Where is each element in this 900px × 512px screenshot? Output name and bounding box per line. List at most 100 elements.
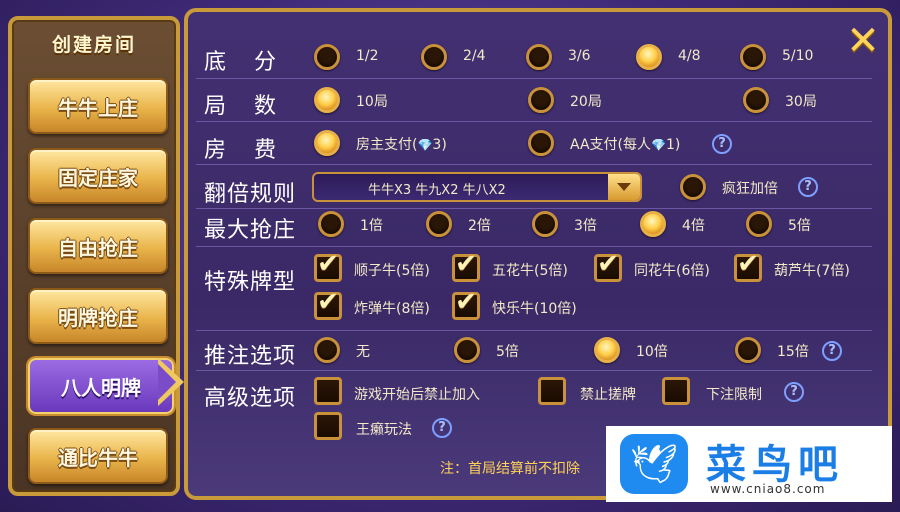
watermark: 🕊 菜鸟吧 www.cniao8.com <box>606 426 892 502</box>
help-icon[interactable]: ? <box>822 341 842 361</box>
special-hand-checkbox-straight[interactable] <box>314 254 342 282</box>
base-score-radio-2[interactable] <box>421 44 447 70</box>
crazy-double-radio[interactable] <box>680 174 706 200</box>
room-fee-radio-aa[interactable] <box>528 130 554 156</box>
room-fee-aa-text: AA支付(每人 <box>570 137 652 153</box>
max-grab-option: 5倍 <box>788 218 811 234</box>
diamond-icon: 💎 <box>417 138 433 152</box>
max-grab-option: 1倍 <box>360 218 383 234</box>
max-grab-option: 2倍 <box>468 218 491 234</box>
active-mode-arrow-inner <box>158 364 176 400</box>
chevron-down-icon[interactable] <box>608 174 640 200</box>
base-score-option: 1/2 <box>356 48 379 64</box>
push-bet-label: 推注选项 <box>204 344 297 369</box>
footer-note: 注：首局结算前不扣除 <box>440 461 580 477</box>
room-fee-owner-amount: 3) <box>432 137 447 153</box>
special-hand-checkbox-happy[interactable] <box>452 292 480 320</box>
mode-button-free-grab[interactable]: 自由抢庄 <box>28 218 168 274</box>
mode-button-tongbi[interactable]: 通比牛牛 <box>28 428 168 484</box>
sidebar-title: 创建房间 <box>51 34 136 56</box>
base-score-radio-1[interactable] <box>314 44 340 70</box>
room-fee-label: 房费 <box>204 138 305 163</box>
rounds-option: 20局 <box>570 94 602 110</box>
special-hand-option: 顺子牛(5倍) <box>354 263 430 279</box>
max-grab-label: 最大抢庄 <box>204 218 297 243</box>
room-fee-aa-option: AA支付(每人💎1) <box>570 134 680 154</box>
advanced-checkbox-joker[interactable] <box>314 412 342 440</box>
push-bet-option: 无 <box>356 344 370 360</box>
mode-sidebar: 创建房间 牛牛上庄 固定庄家 自由抢庄 明牌抢庄 八人明牌 通比牛牛 <box>8 16 180 496</box>
base-score-option: 4/8 <box>678 48 701 64</box>
advanced-checkbox-no-join[interactable] <box>314 377 342 405</box>
row-divider <box>196 330 872 331</box>
help-icon[interactable]: ? <box>712 134 732 154</box>
max-grab-radio-1[interactable] <box>318 211 344 237</box>
special-hand-option: 葫芦牛(7倍) <box>774 263 850 279</box>
create-room-dialog: 创建房间 牛牛上庄 固定庄家 自由抢庄 明牌抢庄 八人明牌 通比牛牛 ✕ 底分 … <box>0 0 900 512</box>
push-bet-option: 10倍 <box>636 344 668 360</box>
push-bet-option: 15倍 <box>777 344 809 360</box>
push-bet-option: 5倍 <box>496 344 519 360</box>
max-grab-radio-3[interactable] <box>532 211 558 237</box>
max-grab-radio-2[interactable] <box>426 211 452 237</box>
special-hand-checkbox-bomb[interactable] <box>314 292 342 320</box>
base-score-radio-5[interactable] <box>740 44 766 70</box>
special-hand-checkbox-flush[interactable] <box>594 254 622 282</box>
advanced-option: 禁止搓牌 <box>580 387 636 403</box>
base-score-option: 5/10 <box>782 48 814 64</box>
rounds-option: 10局 <box>356 94 388 110</box>
room-fee-radio-owner[interactable] <box>314 130 340 156</box>
rounds-label: 局数 <box>204 94 305 119</box>
max-grab-option: 3倍 <box>574 218 597 234</box>
diamond-icon: 💎 <box>651 138 666 152</box>
advanced-option: 王癞玩法 <box>356 422 412 438</box>
bird-icon: 🕊 <box>620 434 688 494</box>
push-bet-radio-15[interactable] <box>735 337 761 363</box>
special-hands-label: 特殊牌型 <box>204 270 297 295</box>
help-icon[interactable]: ? <box>798 177 818 197</box>
special-hand-option: 快乐牛(10倍) <box>492 301 577 317</box>
mode-button-niuniu-banker[interactable]: 牛牛上庄 <box>28 78 168 134</box>
mode-button-open-grab[interactable]: 明牌抢庄 <box>28 288 168 344</box>
row-divider <box>196 121 872 122</box>
advanced-option: 游戏开始后禁止加入 <box>354 387 480 403</box>
base-score-option: 2/4 <box>463 48 486 64</box>
row-divider <box>196 164 872 165</box>
row-divider <box>196 370 872 371</box>
help-icon[interactable]: ? <box>784 382 804 402</box>
rounds-radio-20[interactable] <box>528 87 554 113</box>
close-icon[interactable]: ✕ <box>842 20 884 62</box>
special-hand-checkbox-five-flower[interactable] <box>452 254 480 282</box>
room-fee-owner-option: 房主支付(💎3) <box>356 134 447 154</box>
push-bet-radio-5[interactable] <box>454 337 480 363</box>
rounds-option: 30局 <box>785 94 817 110</box>
max-grab-radio-4[interactable] <box>640 211 666 237</box>
room-fee-aa-amount: 1) <box>665 137 681 153</box>
multiplier-dropdown[interactable]: 牛牛X3 牛九X2 牛八X2 <box>312 172 642 202</box>
mode-button-eight-player[interactable]: 八人明牌 <box>28 358 174 414</box>
base-score-radio-3[interactable] <box>526 44 552 70</box>
push-bet-radio-10[interactable] <box>594 337 620 363</box>
help-icon[interactable]: ? <box>432 418 452 438</box>
advanced-option: 下注限制 <box>706 387 762 403</box>
special-hand-option: 五花牛(5倍) <box>492 263 568 279</box>
special-hand-option: 炸弹牛(8倍) <box>354 301 430 317</box>
rounds-radio-10[interactable] <box>314 87 340 113</box>
special-hand-checkbox-full-house[interactable] <box>734 254 762 282</box>
push-bet-radio-none[interactable] <box>314 337 340 363</box>
base-score-option: 3/6 <box>568 48 591 64</box>
advanced-checkbox-bet-limit[interactable] <box>662 377 690 405</box>
row-divider <box>196 208 872 209</box>
advanced-checkbox-no-rub[interactable] <box>538 377 566 405</box>
base-score-radio-4[interactable] <box>636 44 662 70</box>
base-score-label: 底分 <box>204 50 305 75</box>
multiplier-label: 翻倍规则 <box>204 182 297 207</box>
max-grab-option: 4倍 <box>682 218 705 234</box>
advanced-label: 高级选项 <box>204 386 297 411</box>
room-fee-owner-text: 房主支付( <box>356 137 418 153</box>
rounds-radio-30[interactable] <box>743 87 769 113</box>
row-divider <box>196 246 872 247</box>
max-grab-radio-5[interactable] <box>746 211 772 237</box>
mode-button-fixed-banker[interactable]: 固定庄家 <box>28 148 168 204</box>
watermark-url: www.cniao8.com <box>710 482 826 496</box>
